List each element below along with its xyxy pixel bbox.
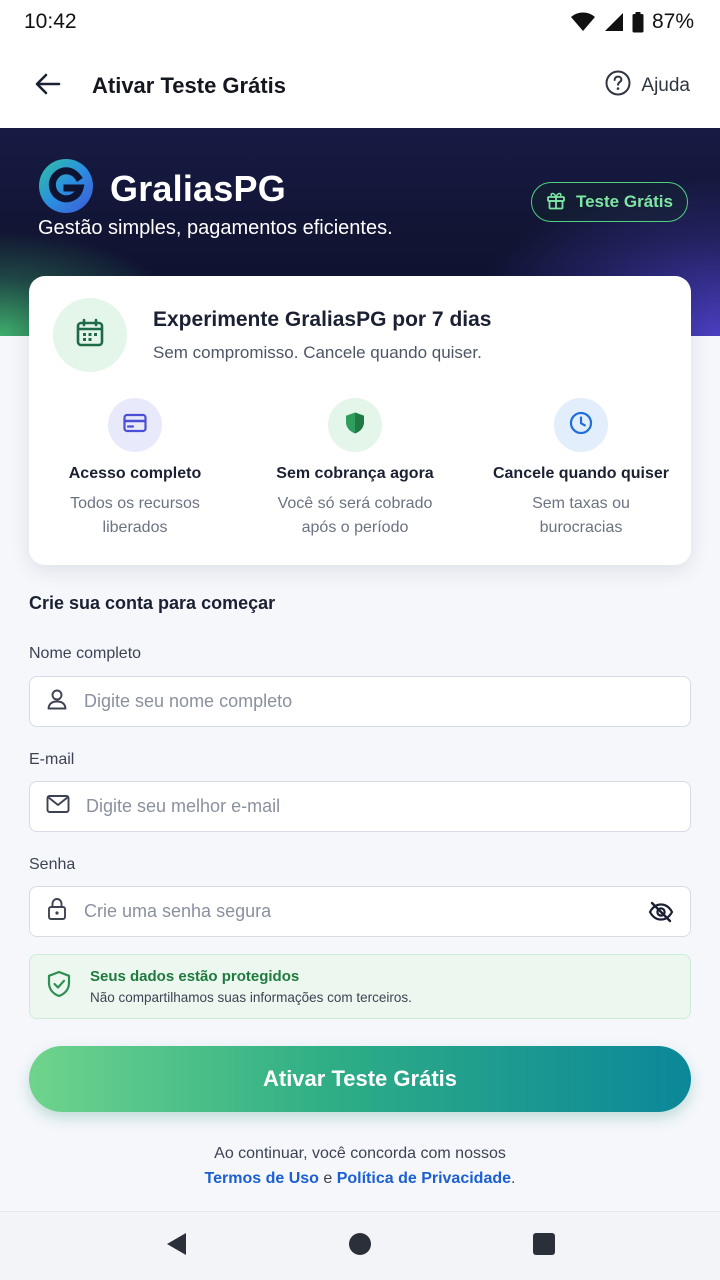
feature-title: Sem cobrança agora xyxy=(276,465,434,482)
brand: GraliasPG xyxy=(38,158,286,219)
brand-logo-icon xyxy=(38,158,94,219)
data-protection-notice: Seus dados estão protegidos Não comparti… xyxy=(29,954,691,1019)
feature-desc: Todos os recursos liberados xyxy=(70,495,200,536)
battery-percent: 87% xyxy=(651,10,694,33)
terms-suffix: . xyxy=(511,1170,516,1187)
wifi-icon xyxy=(570,12,596,32)
terms-text: Ao continuar, você concorda com nossos T… xyxy=(0,1141,720,1191)
terms-links-line: Termos de Uso e Política de Privacidade. xyxy=(0,1166,720,1191)
shield-check-icon xyxy=(46,970,72,1003)
brand-name: GraliasPG xyxy=(110,167,286,209)
name-input[interactable] xyxy=(84,691,674,712)
status-bar: 10:42 87% xyxy=(0,0,720,44)
name-label: Nome completo xyxy=(29,645,142,662)
feature-full-access: Acesso completo Todos os recursos libera… xyxy=(25,398,245,540)
terms-of-use-link[interactable]: Termos de Uso xyxy=(205,1170,319,1187)
password-field[interactable] xyxy=(29,886,691,937)
features-row: Acesso completo Todos os recursos libera… xyxy=(29,398,691,540)
lock-icon xyxy=(46,897,68,926)
page-title: Ativar Teste Grátis xyxy=(92,73,287,98)
nav-recents-button[interactable] xyxy=(524,1226,564,1266)
password-label: Senha xyxy=(29,856,76,873)
back-arrow-icon xyxy=(35,73,61,100)
credit-card-icon xyxy=(123,413,147,438)
form-heading: Crie sua conta para começar xyxy=(29,593,276,613)
help-circle-icon xyxy=(605,70,631,102)
nav-home-icon xyxy=(348,1232,372,1261)
feature-desc: Você só será cobrado após o período xyxy=(277,495,433,536)
signal-icon xyxy=(604,12,624,32)
nav-home-button[interactable] xyxy=(340,1226,380,1266)
card-title: Experimente GraliasPG por 7 dias xyxy=(153,308,492,331)
feature-no-charge: Sem cobrança agora Você só será cobrado … xyxy=(245,398,465,540)
help-button[interactable]: Ajuda xyxy=(605,70,690,102)
activate-trial-button[interactable]: Ativar Teste Grátis xyxy=(29,1046,691,1112)
protection-text: Seus dados estão protegidos Não comparti… xyxy=(90,968,412,1005)
feature-title: Acesso completo xyxy=(68,465,202,482)
eye-off-icon[interactable] xyxy=(648,901,674,923)
feature-icon-badge xyxy=(554,398,608,452)
status-icons: 87% xyxy=(570,10,694,34)
privacy-policy-link[interactable]: Política de Privacidade xyxy=(337,1170,511,1187)
feature-title: Cancele quando quiser xyxy=(492,465,670,482)
battery-icon xyxy=(632,11,644,33)
back-button[interactable] xyxy=(30,68,66,104)
feature-desc: Sem taxas ou burocracias xyxy=(532,495,630,536)
help-label: Ajuda xyxy=(641,75,690,96)
system-nav-bar xyxy=(0,1211,720,1280)
password-input[interactable] xyxy=(84,901,648,922)
calendar-badge xyxy=(53,298,127,372)
email-input[interactable] xyxy=(86,796,674,817)
feature-icon-badge xyxy=(108,398,162,452)
trial-card: Experimente GraliasPG por 7 dias Sem com… xyxy=(29,276,691,565)
nav-back-button[interactable] xyxy=(156,1226,196,1266)
trial-badge[interactable]: Teste Grátis xyxy=(530,182,688,222)
tagline: Gestão simples, pagamentos eficientes. xyxy=(38,217,393,239)
email-label: E-mail xyxy=(29,751,75,768)
shield-icon xyxy=(344,411,366,440)
card-subtitle: Sem compromisso. Cancele quando quiser. xyxy=(153,343,482,362)
feature-icon-badge xyxy=(328,398,382,452)
nav-recents-icon xyxy=(532,1232,556,1261)
clock-icon xyxy=(569,411,593,440)
nav-back-icon xyxy=(164,1231,188,1262)
email-field[interactable] xyxy=(29,781,691,832)
trial-badge-label: Teste Grátis xyxy=(575,192,673,211)
calendar-icon xyxy=(75,318,105,353)
app-bar: Ativar Teste Grátis Ajuda xyxy=(0,44,720,128)
protection-subtitle: Não compartilhamos suas informações com … xyxy=(90,990,412,1005)
gift-icon xyxy=(546,190,566,215)
feature-cancel-anytime: Cancele quando quiser Sem taxas ou buroc… xyxy=(471,398,691,540)
terms-prefix: Ao continuar, você concorda com nossos xyxy=(214,1145,506,1162)
protection-title: Seus dados estão protegidos xyxy=(90,968,300,985)
status-time: 10:42 xyxy=(24,10,77,33)
name-field[interactable] xyxy=(29,676,691,727)
mail-icon xyxy=(46,794,70,819)
user-icon xyxy=(46,688,68,715)
terms-connector: e xyxy=(318,1170,337,1187)
